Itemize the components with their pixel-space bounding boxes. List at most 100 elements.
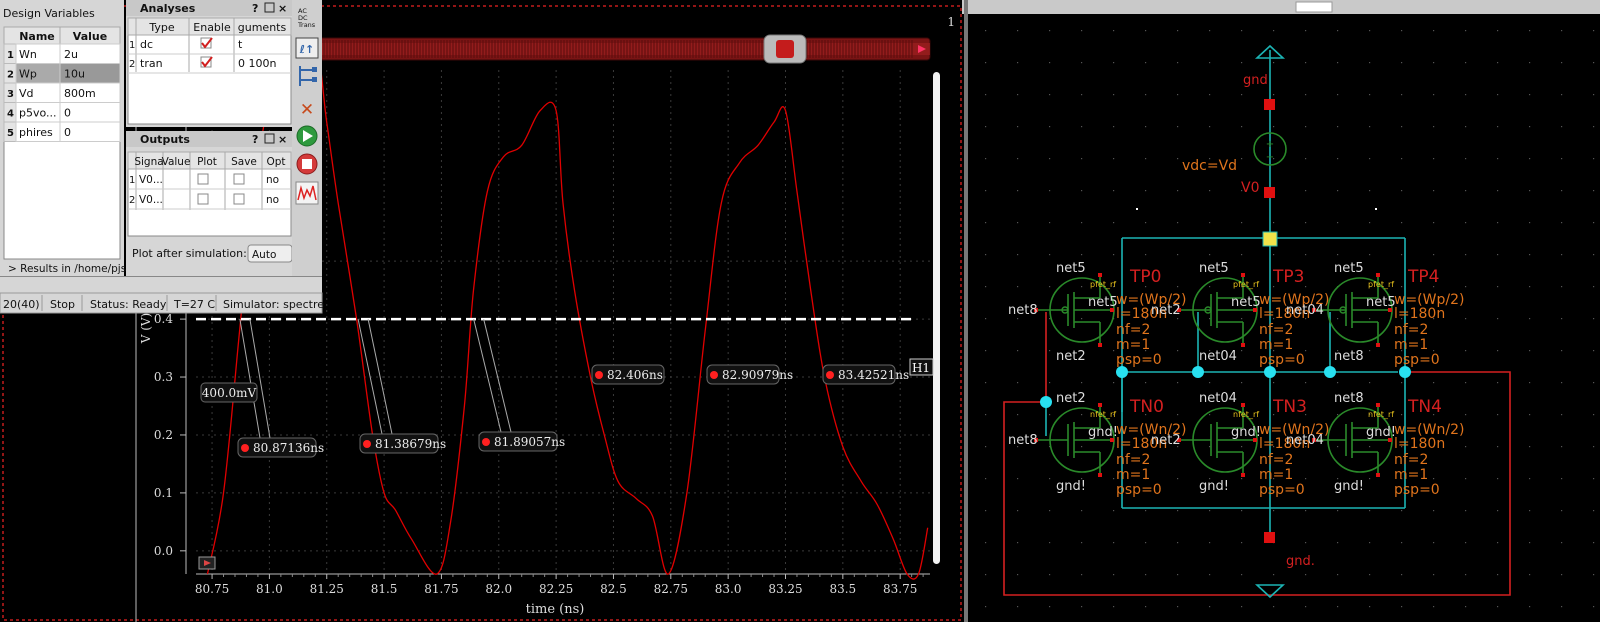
param-nf: nf=2 [1394,452,1428,468]
x-tick-label: 81.5 [371,582,398,596]
svg-text:ℓ↑: ℓ↑ [299,43,314,56]
transistor-model: pfet_rf [1090,280,1116,289]
transistor-instance-name: TN4 [1407,397,1442,417]
dv-col-name: Name [19,30,55,43]
crossing-marker[interactable]: 82.406ns [591,364,665,385]
variable-index: 1 [7,50,14,61]
transistor-instance-name: TN3 [1272,397,1307,417]
outputs-panel: Outputs ? × SignaValue Plot Save Opt 1 V0...… [126,131,293,276]
run-icon[interactable] [296,125,318,147]
plot-after-value: Auto [252,249,276,261]
crossing-dot [595,371,603,379]
net-label: net8 [1334,349,1364,364]
output-plot-checkbox[interactable] [197,173,209,185]
crossing-dot [241,444,249,452]
delete-icon[interactable]: ✕ [300,100,314,120]
output-save-checkbox[interactable] [233,193,245,205]
crossing-dot [482,438,490,446]
crossing-value: 83.42521ns [838,368,909,382]
gnd-top-label: gnd [1243,73,1268,88]
setup-icon[interactable]: ℓ↑ [295,37,319,59]
variable-value[interactable]: 10u [64,68,85,81]
transistor-instance-name: TN0 [1129,397,1164,417]
param-nf: nf=2 [1259,452,1293,468]
x-tick-label: 81.0 [256,582,283,596]
x-tick-label: 80.75 [195,582,229,596]
variable-value[interactable]: 800m [64,87,96,100]
variable-row[interactable]: 1 Wn 2u [3,43,121,64]
analysis-index: 2 [129,59,135,70]
variable-value[interactable]: 0 [64,107,71,120]
plot-corner-button[interactable] [198,556,216,570]
variable-name: Vd [19,87,34,100]
output-save-checkbox[interactable] [233,173,245,185]
y-tick-label: 0.4 [154,312,173,326]
analyses-title: Analyses [140,2,196,15]
variable-row[interactable]: 4 p5vo... 0 [3,102,121,123]
results-path: > Results in /home/pjs [8,263,126,275]
analysis-index: 1 [129,40,135,51]
param-nf: nf=2 [1259,322,1293,338]
net-label: net8 [1334,391,1364,406]
analysis-arguments: t [238,38,243,51]
plot-after-dropdown[interactable]: Auto [247,244,293,263]
param-psp: psp=0 [1259,482,1305,498]
crossing-value: 80.87136ns [253,441,324,455]
crossing-marker[interactable]: 82.90979ns [706,364,793,385]
vertical-scrollbar[interactable] [933,72,940,564]
variable-name: phires [19,126,53,139]
param-psp: psp=0 [1259,352,1305,368]
net-label: net8 [1008,433,1038,448]
status-temperature: T=27 C [173,298,215,311]
output-index: 2 [129,195,135,206]
status-bar: 20(40) Stop Status: Ready T=27 C Simulat… [0,276,324,314]
x-tick-label: 83.75 [883,582,917,596]
variable-row[interactable]: 3 Vd 800m [3,82,121,103]
analyses-close-icon[interactable]: × [278,2,287,15]
waveform-corner-label: 1 [947,15,955,29]
analysis-type: tran [140,57,163,70]
analysis-arguments: 0 100n [238,57,276,70]
x-tick-label: 83.5 [829,582,856,596]
crossing-marker[interactable]: 83.42521ns [822,364,909,385]
output-save-options: no [266,194,279,206]
outputs-help-icon[interactable]: ? [252,133,258,146]
status-stop[interactable]: Stop [50,298,75,311]
param-m: m=1 [1259,337,1293,353]
outputs-col-header: Save [231,156,257,168]
output-plot-checkbox[interactable] [197,193,209,205]
variable-name: p5vo... [19,107,57,120]
outputs-col-header: Value [162,156,191,168]
plot-after-label: Plot after simulation: [132,247,247,260]
plot-waveform-icon[interactable] [295,181,319,205]
variable-value[interactable]: 2u [64,48,78,61]
y-axis-label: V (V) [139,313,153,345]
svg-text:−: − [1266,152,1274,163]
schematic-window: gnd + − vdc=Vd V0 gnd. TP0 pfet_rf net5 net… [962,0,1600,622]
outputs-close-icon[interactable]: × [278,133,287,146]
analyses-panel: Analyses ? × Type Enable guments 1 dc t 2 tr… [126,0,292,127]
analyses-col-type: Type [148,21,174,34]
x-tick-label: 82.25 [539,582,573,596]
crossing-value: 82.406ns [607,368,663,382]
toolbar-input-field[interactable] [1295,1,1333,13]
crossing-dot [710,371,718,379]
variable-row[interactable]: 5 phires 0 [3,121,121,142]
variable-value[interactable]: 0 [64,126,71,139]
x-tick-label: 81.75 [424,582,458,596]
x-tick-label: 82.0 [485,582,512,596]
junction-dot [1324,366,1336,378]
variable-row[interactable]: 2 Wp 10u [3,63,121,84]
y-tick-label: 0.2 [154,428,173,442]
stop-icon[interactable] [296,153,318,175]
transistor-model: pfet_rf [1368,280,1394,289]
param-m: m=1 [1116,337,1150,353]
analyses-help-icon[interactable]: ? [252,2,258,15]
net-label: net04 [1286,303,1324,318]
param-l: l=180n [1394,436,1445,452]
net-label: net2 [1151,433,1181,448]
variable-name: Wn [19,48,37,61]
horizontal-scrollbar[interactable] [317,34,931,64]
vdc-label: vdc=Vd [1182,158,1237,174]
marker-h1-tag[interactable]: H1 [909,358,934,376]
